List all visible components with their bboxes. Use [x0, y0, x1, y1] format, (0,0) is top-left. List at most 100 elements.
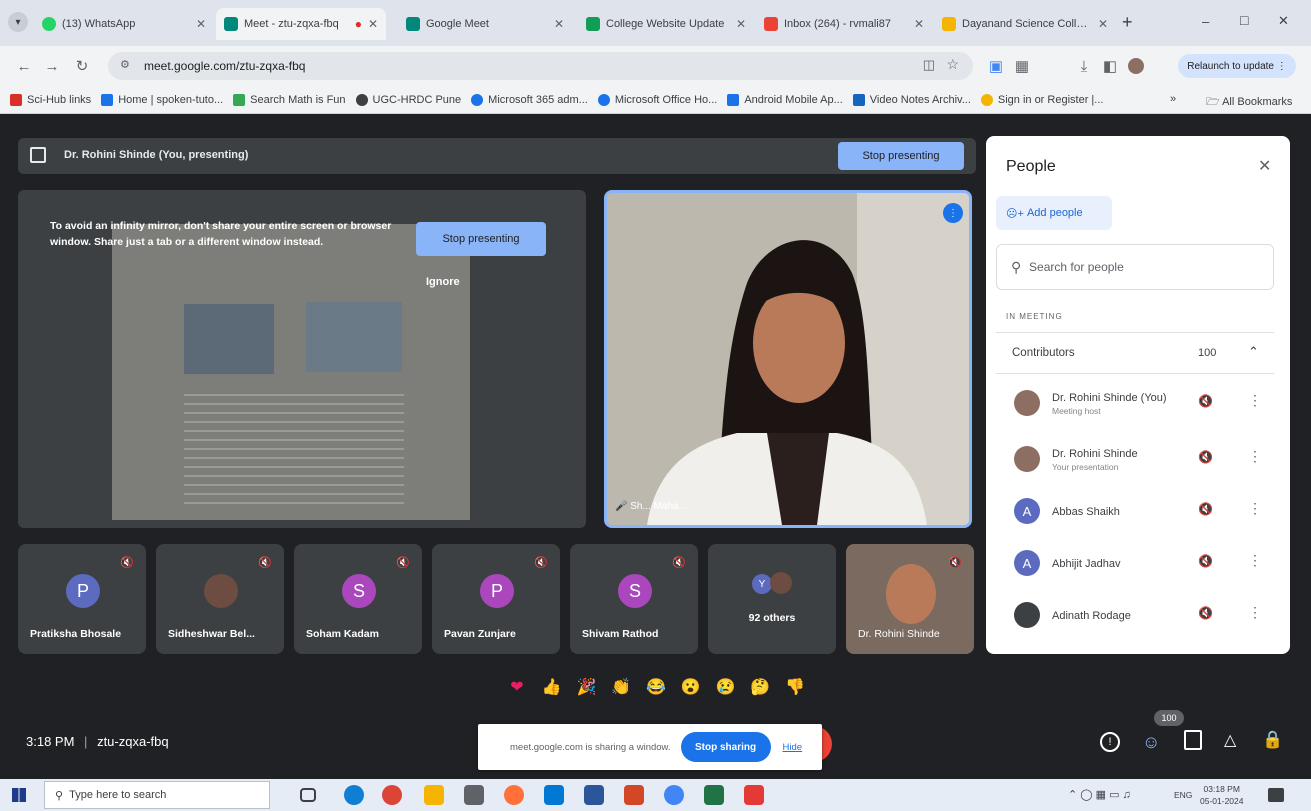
people-search-input[interactable]: ⚲ Search for people [996, 244, 1274, 290]
bookmark-item[interactable]: Video Notes Archiv... [852, 93, 971, 106]
add-people-button[interactable]: ☹+ Add people [996, 196, 1112, 230]
party-reaction[interactable]: 🎉 [576, 676, 598, 698]
close-icon[interactable]: ✕ [1098, 17, 1108, 31]
bookmark-item[interactable]: Sci-Hub links [10, 93, 91, 106]
tab-dayanand-college[interactable]: Dayanand Science College ✕ [934, 8, 1116, 40]
reload-icon[interactable]: ↻ [70, 54, 94, 78]
download-icon[interactable]: ⤓ [1072, 54, 1096, 78]
video-app-icon[interactable] [744, 785, 764, 805]
participant-tile[interactable]: 🔇 P Pratiksha Bhosale [18, 544, 146, 654]
site-info-icon[interactable]: ⚙ [120, 58, 130, 71]
mic-off-icon[interactable]: 🔇 [1198, 606, 1213, 620]
close-icon[interactable]: ✕ [554, 17, 564, 31]
chrome-icon[interactable] [664, 785, 684, 805]
activities-icon[interactable]: △ [1224, 730, 1236, 750]
bookmark-item[interactable]: Search Math is Fun [233, 93, 346, 106]
more-options-icon[interactable]: ⋮ [1248, 604, 1262, 621]
back-icon[interactable]: ← [12, 54, 36, 78]
people-list-item[interactable]: Dr. Rohini Shinde (You) Meeting host 🔇 ⋮ [986, 378, 1290, 434]
tab-meet[interactable]: Meet - ztu-zqxa-fbq ● ✕ [216, 8, 386, 40]
heart-reaction[interactable]: ❤ [506, 676, 528, 698]
more-options-icon[interactable]: ⋮ [1248, 392, 1262, 409]
excel-icon[interactable] [704, 785, 724, 805]
more-options-icon[interactable]: ⋮ [1248, 500, 1262, 517]
word-icon[interactable] [584, 785, 604, 805]
all-bookmarks[interactable]: 🗁 All Bookmarks [1206, 93, 1292, 112]
stop-sharing-button[interactable]: Stop sharing [680, 732, 771, 762]
ignore-button[interactable]: Ignore [426, 276, 460, 288]
participant-tile[interactable]: 🔇 P Pavan Zunjare [432, 544, 560, 654]
laugh-reaction[interactable]: 😂 [645, 676, 667, 698]
bookmark-item[interactable]: Microsoft 365 adm... [471, 93, 588, 106]
people-list-item[interactable]: Adinath Rodage 🔇 ⋮ [986, 590, 1290, 646]
host-controls-icon[interactable]: 🔒 [1262, 730, 1283, 750]
notification-icon[interactable] [1268, 788, 1284, 802]
stop-presenting-button[interactable]: Stop presenting [838, 142, 964, 170]
app-icon[interactable] [464, 785, 484, 805]
mic-off-icon[interactable]: 🔇 [1198, 502, 1213, 516]
thumbs-up-reaction[interactable]: 👍 [541, 676, 563, 698]
cast-icon[interactable]: ◫ [923, 57, 935, 73]
thinking-reaction[interactable]: 🤔 [749, 676, 771, 698]
maximize-button[interactable]: □ [1240, 12, 1248, 28]
mic-off-icon[interactable]: 🔇 [1198, 394, 1213, 408]
edge-icon[interactable] [344, 785, 364, 805]
taskbar-clock[interactable]: 03:18 PM 05-01-2024 [1200, 783, 1243, 807]
bookmark-item[interactable]: UGC-HRDC Pune [355, 93, 461, 106]
file-explorer-icon[interactable] [424, 785, 444, 805]
stop-presenting-button[interactable]: Stop presenting [416, 222, 546, 256]
people-list-item[interactable]: A Abhijit Jadhav 🔇 ⋮ [986, 538, 1290, 594]
bookmark-item[interactable]: Home | spoken-tuto... [101, 93, 223, 106]
clap-reaction[interactable]: 👏 [610, 676, 632, 698]
mail-icon[interactable] [544, 785, 564, 805]
bookmark-item[interactable]: Android Mobile Ap... [727, 93, 843, 106]
relaunch-button[interactable]: Relaunch to update ⋮ [1178, 54, 1296, 78]
participant-tile[interactable]: 🔇 S Shivam Rathod [570, 544, 698, 654]
profile-avatar[interactable] [1124, 54, 1148, 78]
chat-icon[interactable] [1184, 730, 1202, 750]
bookmark-star-icon[interactable]: ☆ [946, 56, 959, 73]
window-close-button[interactable]: ✕ [1278, 13, 1289, 29]
firefox-icon[interactable] [504, 785, 524, 805]
sad-reaction[interactable]: 😢 [715, 676, 737, 698]
people-icon[interactable]: ☺ [1142, 732, 1160, 753]
system-tray-icons[interactable]: ⌃ ◯ ▦ ▭ ♫ [1068, 788, 1131, 801]
participant-tile[interactable]: 🔇 S Soham Kadam [294, 544, 422, 654]
meeting-details-icon[interactable]: ! [1100, 732, 1120, 752]
mic-off-icon[interactable]: 🔇 [1198, 450, 1213, 464]
chrome-icon[interactable] [382, 785, 402, 805]
extensions-puzzle-icon[interactable]: ▦ [1010, 54, 1034, 78]
participant-tile[interactable]: 🔇 Sidheshwar Bel... [156, 544, 284, 654]
task-view-icon[interactable] [300, 788, 316, 802]
hide-link[interactable]: Hide [783, 742, 803, 753]
people-list-item[interactable]: A Abbas Shaikh 🔇 ⋮ [986, 486, 1290, 542]
close-icon[interactable]: ✕ [1258, 156, 1271, 176]
forward-icon[interactable]: → [40, 54, 64, 78]
side-panel-icon[interactable]: ◧ [1098, 54, 1122, 78]
tab-college-website[interactable]: College Website Update ✕ [578, 8, 754, 40]
close-icon[interactable]: ✕ [196, 17, 206, 31]
new-tab-button[interactable]: + [1122, 12, 1133, 33]
contributors-group-header[interactable]: Contributors 100 ⌃ [996, 332, 1274, 374]
tab-google-meet[interactable]: Google Meet ✕ [398, 8, 572, 40]
more-options-icon[interactable]: ⋮ [1248, 448, 1262, 465]
taskbar-search-input[interactable]: ⚲ Type here to search [44, 781, 270, 809]
minimize-button[interactable]: – [1202, 14, 1209, 29]
others-tile[interactable]: Y 92 others [708, 544, 836, 654]
language-indicator[interactable]: ENG [1174, 790, 1192, 800]
extension-icon[interactable]: ▣ [984, 54, 1008, 78]
address-bar[interactable]: ⚙ meet.google.com/ztu-zqxa-fbq ◫ ☆ [108, 52, 973, 80]
close-icon[interactable]: ✕ [914, 17, 924, 31]
surprised-reaction[interactable]: 😮 [680, 676, 702, 698]
bookmark-item[interactable]: Sign in or Register |... [980, 93, 1103, 106]
people-list-item[interactable]: Dr. Rohini Shinde Your presentation 🔇 ⋮ [986, 434, 1290, 490]
more-options-icon[interactable]: ⋮ [1248, 552, 1262, 569]
close-icon[interactable]: ✕ [368, 17, 378, 31]
more-bookmarks-icon[interactable]: » [1170, 93, 1176, 105]
chevron-up-icon[interactable]: ⌃ [1248, 344, 1259, 360]
thumbs-down-reaction[interactable]: 👎 [784, 676, 806, 698]
tab-search-button[interactable]: ▾ [8, 12, 28, 32]
close-icon[interactable]: ✕ [736, 17, 746, 31]
tab-whatsapp[interactable]: (13) WhatsApp ✕ [34, 8, 214, 40]
windows-start-icon[interactable] [12, 788, 26, 802]
